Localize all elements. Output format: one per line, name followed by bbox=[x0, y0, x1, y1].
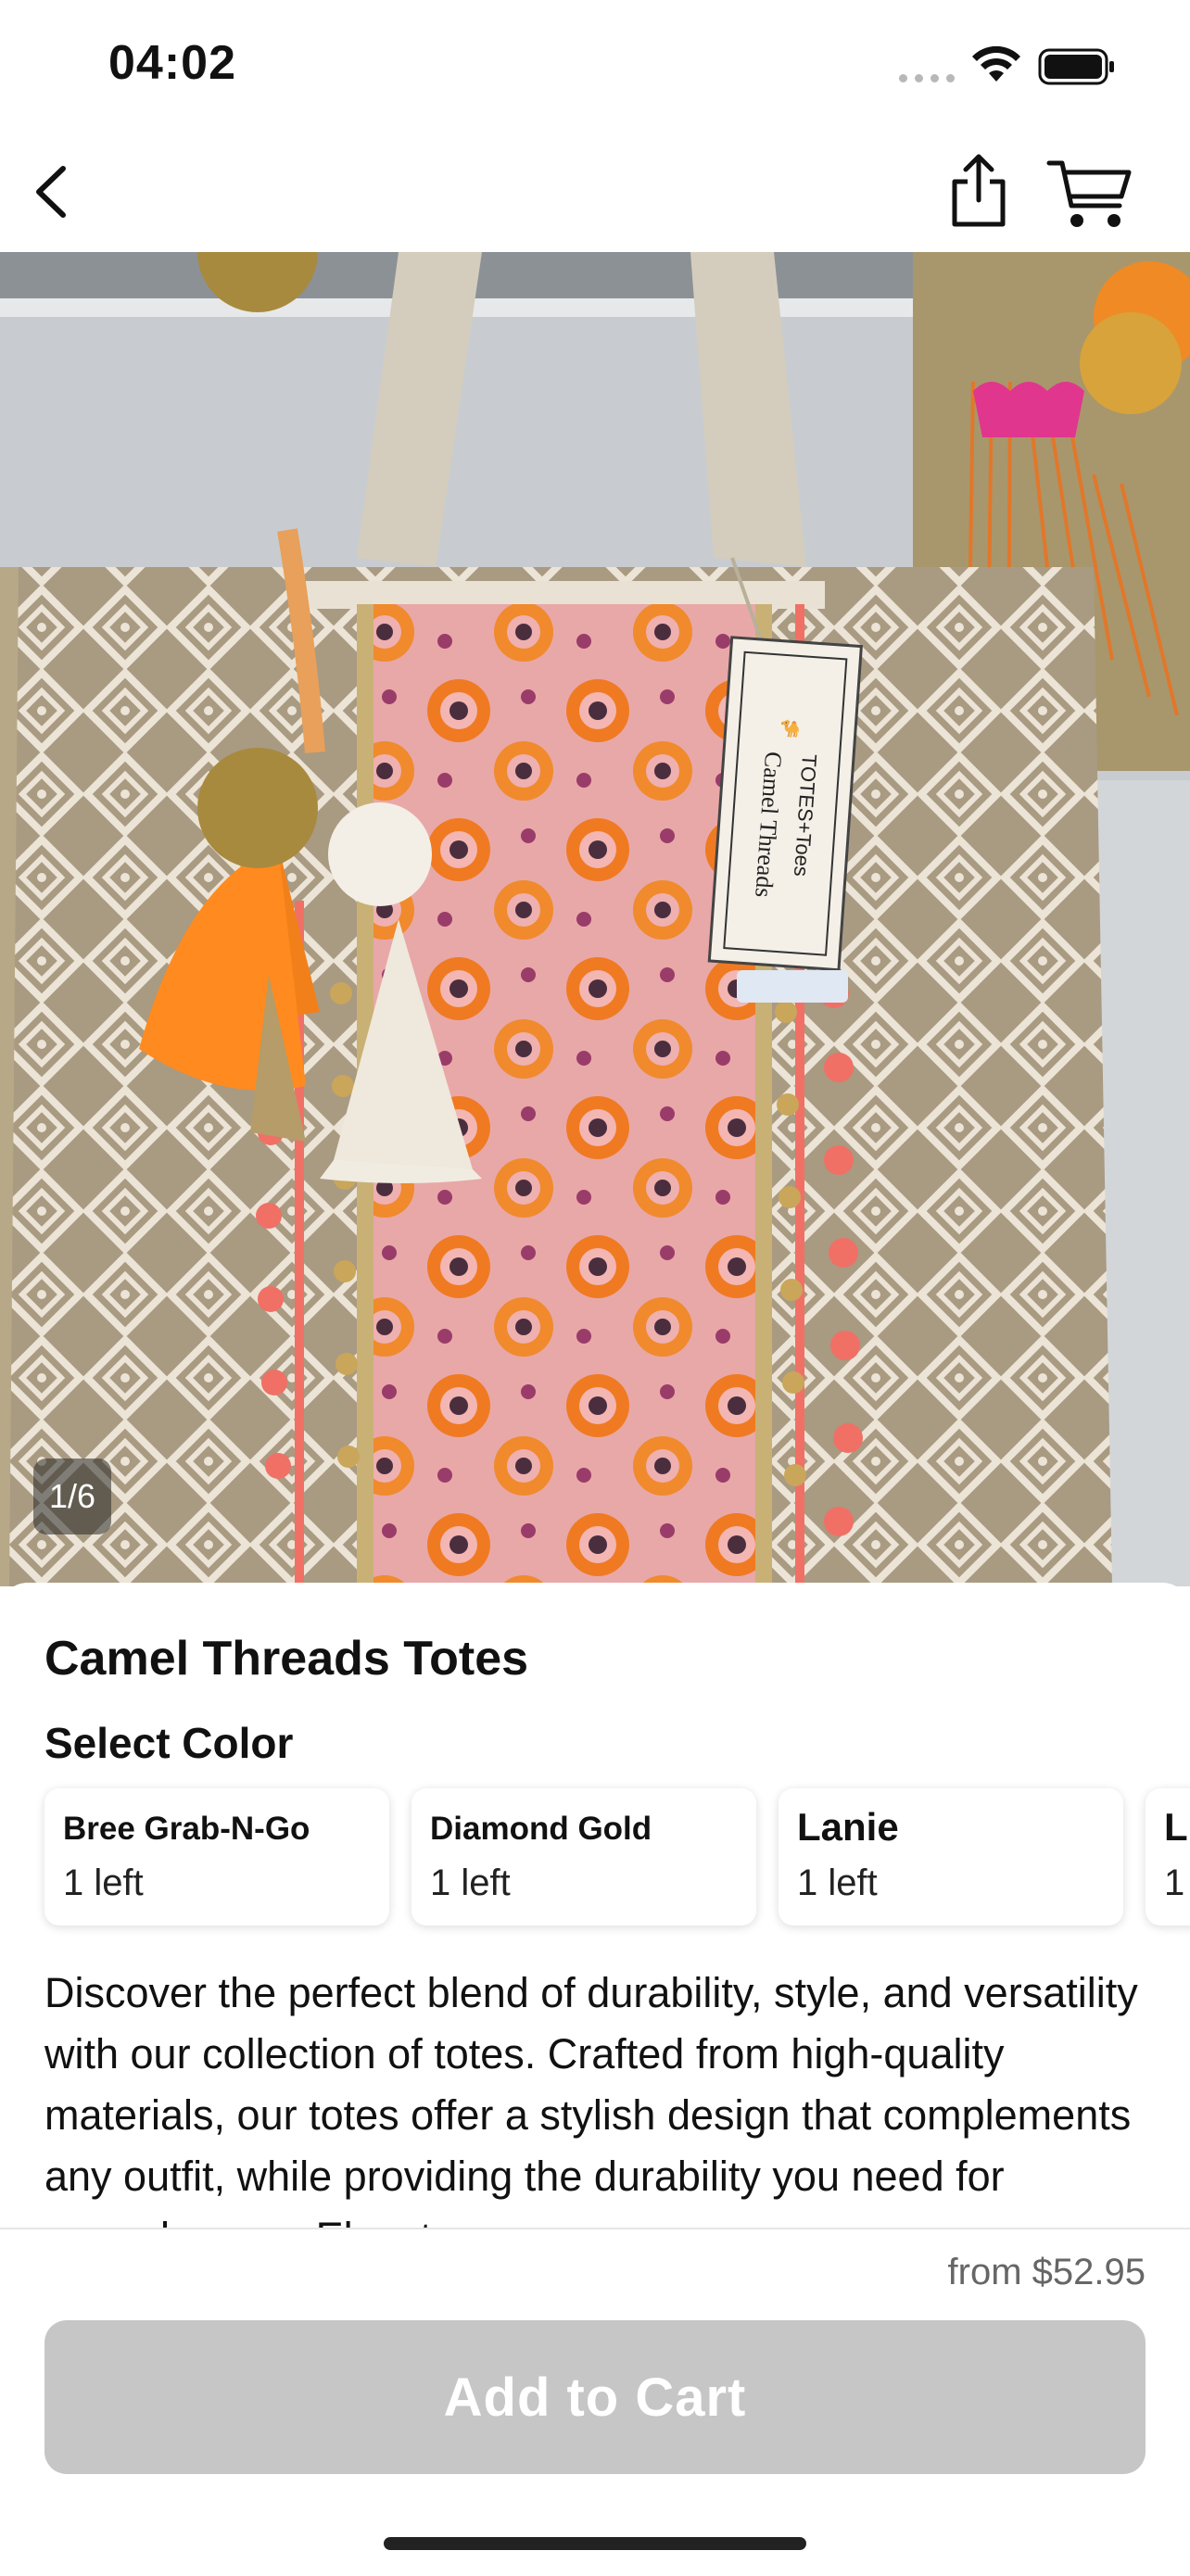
color-option-stock: 1 left bbox=[430, 1863, 511, 1903]
purchase-bar: from $52.95 Add to Cart bbox=[0, 2228, 1190, 2576]
color-option-stock: 1 left bbox=[797, 1863, 878, 1903]
price-label: from $52.95 bbox=[947, 2252, 1146, 2292]
color-option-stock: 1 left bbox=[63, 1863, 144, 1903]
add-to-cart-button[interactable]: Add to Cart bbox=[44, 2320, 1146, 2474]
wifi-icon bbox=[972, 45, 1020, 82]
select-color-label: Select Color bbox=[44, 1719, 294, 1767]
color-option-bree-grab-n-go[interactable]: Bree Grab-N-Go 1 left bbox=[44, 1788, 389, 1926]
battery-icon bbox=[1038, 48, 1114, 85]
color-option-stock: 1 bbox=[1164, 1863, 1185, 1903]
color-option-partial[interactable]: Lu 1 bbox=[1146, 1788, 1190, 1926]
svg-text:🐪: 🐪 bbox=[779, 719, 802, 739]
color-option-lanie[interactable]: Lanie 1 left bbox=[779, 1788, 1123, 1926]
share-icon[interactable] bbox=[945, 152, 1012, 230]
product-description: Discover the perfect blend of durability… bbox=[44, 1969, 1138, 2241]
color-option-diamond-gold[interactable]: Diamond Gold 1 left bbox=[411, 1788, 756, 1926]
color-option-name: Bree Grab-N-Go bbox=[63, 1811, 310, 1847]
color-option-name: Lanie bbox=[797, 1805, 899, 1849]
cart-icon[interactable] bbox=[1045, 156, 1134, 232]
tote-bag-photo: 🐪 Camel Threads TOTES+Toes bbox=[0, 252, 1190, 1586]
color-options: Bree Grab-N-Go 1 left Diamond Gold 1 lef… bbox=[44, 1788, 1190, 1927]
color-option-name: Lu bbox=[1164, 1805, 1190, 1849]
product-title: Camel Threads Totes bbox=[44, 1632, 529, 1686]
status-bar: 04:02 bbox=[0, 0, 1190, 130]
home-indicator[interactable] bbox=[384, 2537, 806, 2550]
nav-bar bbox=[0, 130, 1190, 252]
back-chevron-icon[interactable] bbox=[28, 163, 74, 221]
image-page-counter: 1/6 bbox=[33, 1458, 111, 1534]
status-time: 04:02 bbox=[108, 36, 236, 90]
color-option-name: Diamond Gold bbox=[430, 1811, 652, 1847]
product-image[interactable]: 🐪 Camel Threads TOTES+Toes 1/6 bbox=[0, 252, 1190, 1586]
cellular-signal-icon bbox=[899, 74, 956, 83]
